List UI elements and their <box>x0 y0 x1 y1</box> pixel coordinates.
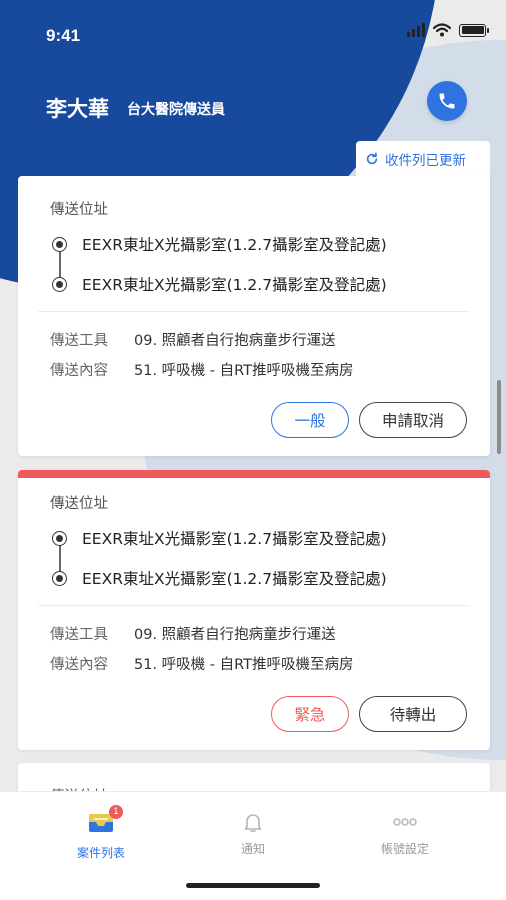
section-title: 傳送位址 <box>50 202 108 218</box>
destination-dot-icon <box>52 570 67 586</box>
tool-label: 傳送工具 <box>50 627 108 643</box>
route-from: EEXR東址X光攝影室(1.2.7攝影室及登記處) <box>52 233 387 255</box>
call-button[interactable] <box>427 81 467 121</box>
divider <box>38 311 470 312</box>
tool-label: 傳送工具 <box>50 333 108 349</box>
status-time: 9:41 <box>46 26 81 45</box>
tab-label: 案件列表 <box>76 846 125 860</box>
priority-badge-urgent[interactable]: 緊急 <box>271 696 349 732</box>
signal-icon <box>407 23 425 37</box>
bottom-tab-bar: 1 案件列表 通知 帳號設定 <box>0 791 506 900</box>
content-label: 傳送內容 <box>50 363 108 379</box>
content-label: 傳送內容 <box>50 657 108 673</box>
notification-badge: 1 <box>109 805 123 819</box>
phone-icon <box>439 93 455 109</box>
scrollbar[interactable] <box>497 380 501 454</box>
urgent-indicator-bar <box>18 470 490 478</box>
section-title: 傳送位址 <box>50 496 108 512</box>
battery-icon <box>459 23 489 37</box>
tab-label: 通知 <box>240 842 265 856</box>
content-value: 51. 呼吸機 - 自RT推呼吸機至病房 <box>134 657 354 673</box>
tab-label: 帳號設定 <box>380 842 429 856</box>
route-to: EEXR東址X光攝影室(1.2.7攝影室及登記處) <box>52 273 387 295</box>
from-location: EEXR東址X光攝影室(1.2.7攝影室及登記處) <box>82 530 387 548</box>
home-indicator <box>186 883 320 888</box>
task-card[interactable]: 傳送位址 EEXR東址X光攝影室(1.2.7攝影室及登記處) EEXR東址X光攝… <box>18 470 490 750</box>
tab-case-list[interactable]: 1 案件列表 <box>56 805 146 861</box>
route-to: EEXR東址X光攝影室(1.2.7攝影室及登記處) <box>52 567 387 589</box>
content-value: 51. 呼吸機 - 自RT推呼吸機至病房 <box>134 363 354 379</box>
tab-notifications[interactable]: 通知 <box>208 810 298 857</box>
status-bar: 9:41 <box>0 0 506 70</box>
origin-dot-icon <box>52 236 67 252</box>
user-name: 李大華 <box>46 97 109 121</box>
route-from: EEXR東址X光攝影室(1.2.7攝影室及登記處) <box>52 527 387 549</box>
request-cancel-button[interactable]: 申請取消 <box>359 402 467 438</box>
refresh-icon <box>366 152 378 165</box>
destination-dot-icon <box>52 276 67 292</box>
more-icon <box>393 818 417 826</box>
refresh-status[interactable]: 收件列已更新 <box>356 141 490 177</box>
divider <box>38 605 470 606</box>
task-card[interactable]: 傳送位址 EEXR東址X光攝影室(1.2.7攝影室及登記處) EEXR東址X光攝… <box>18 176 490 456</box>
user-role: 台大醫院傳送員 <box>127 102 225 118</box>
refresh-label: 收件列已更新 <box>385 153 466 169</box>
from-location: EEXR東址X光攝影室(1.2.7攝影室及登記處) <box>82 236 387 254</box>
tool-value: 09. 照顧者自行抱病童步行運送 <box>134 333 336 349</box>
origin-dot-icon <box>52 530 67 546</box>
to-location: EEXR東址X光攝影室(1.2.7攝影室及登記處) <box>82 570 387 588</box>
status-icons <box>407 23 489 37</box>
bell-icon <box>244 814 262 832</box>
tool-value: 09. 照顧者自行抱病童步行運送 <box>134 627 336 643</box>
pending-transfer-button[interactable]: 待轉出 <box>359 696 467 732</box>
to-location: EEXR東址X光攝影室(1.2.7攝影室及登記處) <box>82 276 387 294</box>
priority-badge-normal[interactable]: 一般 <box>271 402 349 438</box>
tab-account-settings[interactable]: 帳號設定 <box>360 810 450 857</box>
wifi-icon <box>433 23 451 37</box>
